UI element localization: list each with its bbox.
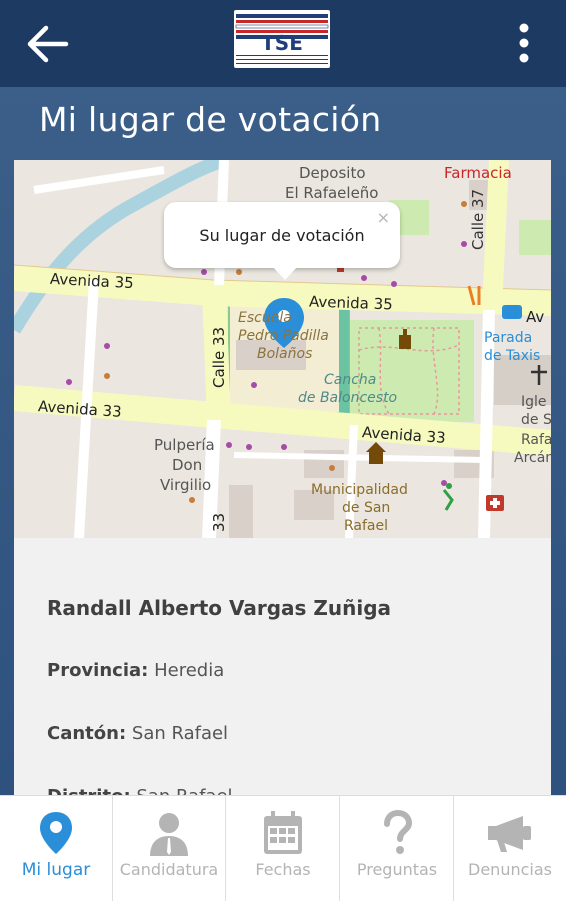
- canton-row: Cantón: San Rafael: [47, 723, 228, 744]
- voter-name: Randall Alberto Vargas Zuñiga: [47, 596, 392, 620]
- nav-label-denuncias: Denuncias: [468, 860, 552, 879]
- map-label-avenida-35-edge: Av: [526, 308, 545, 326]
- map-label-muni-2: de San: [342, 500, 391, 516]
- provincia-value: Heredia: [154, 660, 225, 681]
- map-view[interactable]: Deposito El Rafaeleño Farmacia Calle 37 …: [14, 160, 551, 538]
- map-label-el-rafaeleno: El Rafaeleño: [285, 184, 379, 202]
- location-card: Deposito El Rafaeleño Farmacia Calle 37 …: [14, 160, 551, 807]
- popup-close-icon[interactable]: ×: [377, 208, 390, 227]
- bottom-navigation: Mi lugar Candidatura Fechas Preguntas De…: [0, 795, 566, 901]
- nav-fechas[interactable]: Fechas: [227, 796, 340, 901]
- nav-label-fechas: Fechas: [255, 860, 311, 879]
- map-label-muni-3: Rafael: [344, 518, 389, 534]
- calendar-icon: [258, 808, 308, 858]
- page-title: Mi lugar de votación: [39, 100, 382, 139]
- map-label-calle-33-bottom: 33: [210, 512, 228, 532]
- nav-mi-lugar[interactable]: Mi lugar: [0, 796, 113, 901]
- nav-label-preguntas: Preguntas: [356, 860, 438, 879]
- map-label-parada-1: Parada: [484, 330, 533, 346]
- nav-candidatura[interactable]: Candidatura: [113, 796, 226, 901]
- megaphone-icon: [485, 808, 535, 858]
- map-label-iglesia-3: Rafa: [521, 432, 551, 448]
- canton-label: Cantón:: [47, 723, 127, 744]
- map-label-iglesia-1: Igle: [521, 394, 547, 410]
- map-label-muni-1: Municipalidad: [311, 482, 408, 498]
- map-label-pulperia-2: Don: [172, 456, 203, 474]
- more-vert-icon[interactable]: [506, 20, 542, 68]
- map-label-cancha-2: de Baloncesto: [298, 390, 398, 406]
- nav-label-candidatura: Candidatura: [119, 860, 219, 879]
- provincia-label: Provincia:: [47, 660, 149, 681]
- logo-text: TSE: [261, 31, 303, 55]
- popup-pointer: [272, 266, 298, 280]
- map-label-pulperia-3: Virgilio: [160, 476, 212, 494]
- person-icon: [144, 808, 194, 858]
- map-label-iglesia-4: Arcán: [514, 450, 551, 466]
- back-arrow-icon[interactable]: [24, 22, 72, 66]
- question-icon: [372, 808, 422, 858]
- map-label-deposito: Deposito: [299, 164, 366, 182]
- provincia-row: Provincia: Heredia: [47, 660, 224, 681]
- nav-label-mi-lugar: Mi lugar: [21, 860, 91, 880]
- map-label-farmacia: Farmacia: [444, 164, 512, 182]
- map-label-escuela-2: Pedro Padilla: [238, 328, 329, 344]
- nav-preguntas[interactable]: Preguntas: [341, 796, 454, 901]
- map-label-cancha-1: Cancha: [324, 372, 377, 388]
- map-label-pulperia-1: Pulpería: [154, 436, 215, 454]
- location-popup: Su lugar de votación ×: [164, 202, 400, 280]
- popup-text: Su lugar de votación: [199, 226, 365, 245]
- tse-logo: TSE: [232, 8, 332, 70]
- canton-value: San Rafael: [131, 723, 229, 744]
- map-label-avenida-35-right: Avenida 35: [308, 292, 394, 314]
- map-label-escuela-3: Bolaños: [257, 346, 313, 362]
- nav-denuncias[interactable]: Denuncias: [454, 796, 566, 901]
- map-label-iglesia-2: de S: [521, 412, 551, 428]
- map-label-calle-37: Calle 37: [469, 188, 487, 250]
- map-label-parada-2: de Taxis: [484, 348, 541, 364]
- location-pin-icon: [31, 808, 81, 858]
- map-label-escuela-1: Escuela: [238, 310, 292, 326]
- app-bar: TSE: [0, 0, 566, 87]
- map-label-calle-33-top: Calle 33: [210, 326, 228, 388]
